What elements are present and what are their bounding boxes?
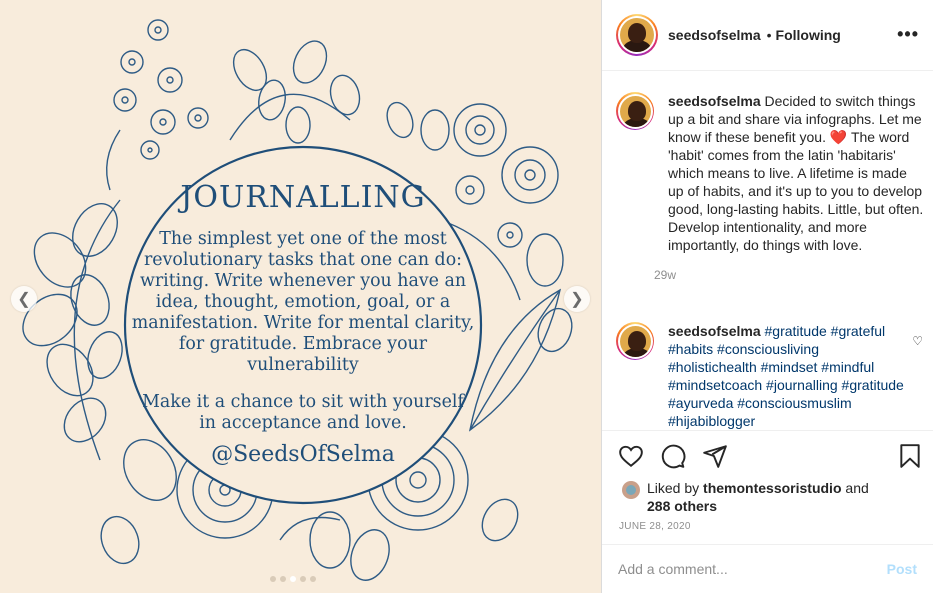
avatar[interactable] [616,322,654,360]
post-text-block: JOURNALLING The simplest yet one of the … [128,150,478,500]
likes-and-label: and [845,480,869,496]
carousel-dot [310,576,316,582]
chevron-left-icon[interactable]: ❮ [11,286,37,312]
more-options-icon[interactable]: ••• [897,24,919,45]
comments-list[interactable]: seedsofselma Decided to switch things up… [602,72,933,430]
post-actions: Liked by themontessoristudio and 288 oth… [602,430,933,544]
post-image-title: JOURNALLING [180,180,426,215]
likes-summary: Liked by themontessoristudio and 288 oth… [622,479,907,515]
header-separator: • [766,27,772,43]
post-image-body: The simplest yet one of the most revolut… [131,229,475,375]
leaf-right [468,233,573,432]
header-username[interactable]: seedsofselma [668,27,761,43]
caption-username[interactable]: seedsofselma [668,93,761,109]
comment-input[interactable] [618,561,887,577]
post-date[interactable]: JUNE 28, 2020 [619,521,691,532]
carousel-dot-active [290,576,296,582]
flower-cluster-top-left [105,19,209,191]
share-icon[interactable] [702,443,728,469]
leaves-left [22,199,123,461]
hashtag-comment-username[interactable]: seedsofselma [668,323,761,339]
caption-comment: seedsofselma Decided to switch things up… [616,92,926,282]
bookmark-icon[interactable] [897,443,923,469]
post-comment-button[interactable]: Post [887,561,917,577]
carousel-dot [270,576,276,582]
liker-avatar[interactable] [622,481,640,499]
carousel-dot [300,576,306,582]
likes-count-button[interactable]: 288 others [647,498,717,514]
carousel-indicator [270,576,316,582]
avatar[interactable] [616,14,658,56]
carousel-dot [280,576,286,582]
caption-text: seedsofselma Decided to switch things up… [668,92,926,254]
hashtag-comment: seedsofselma #gratitude #grateful #habit… [616,322,908,430]
post-image[interactable]: JOURNALLING The simplest yet one of the … [0,0,601,593]
post-side-panel: seedsofselma • Following ••• seedsofselm… [601,0,933,593]
red-heart-emoji: ❤️ [829,129,848,145]
hashtag-text: seedsofselma #gratitude #grateful #habit… [668,322,908,430]
heart-icon[interactable] [618,443,644,469]
liker-username[interactable]: themontessoristudio [703,480,841,496]
chevron-right-icon[interactable]: ❯ [564,286,590,312]
caption-text-part2: The word 'habit' comes from the latin 'h… [668,129,924,253]
post-header: seedsofselma • Following ••• [602,0,933,71]
post-image-handle: @SeedsOfSelma [211,442,395,467]
comment-like-icon[interactable]: ♡ [912,334,923,348]
post-image-body-secondary: Make it a chance to sit with yourself in… [142,392,464,433]
avatar[interactable] [616,92,654,130]
comment-icon[interactable] [660,443,686,469]
add-comment-bar: Post [602,544,933,593]
leaves-top [229,40,361,144]
liked-by-label: Liked by [647,480,700,496]
caption-time[interactable]: 29w [654,268,926,282]
following-button[interactable]: Following [776,27,841,43]
